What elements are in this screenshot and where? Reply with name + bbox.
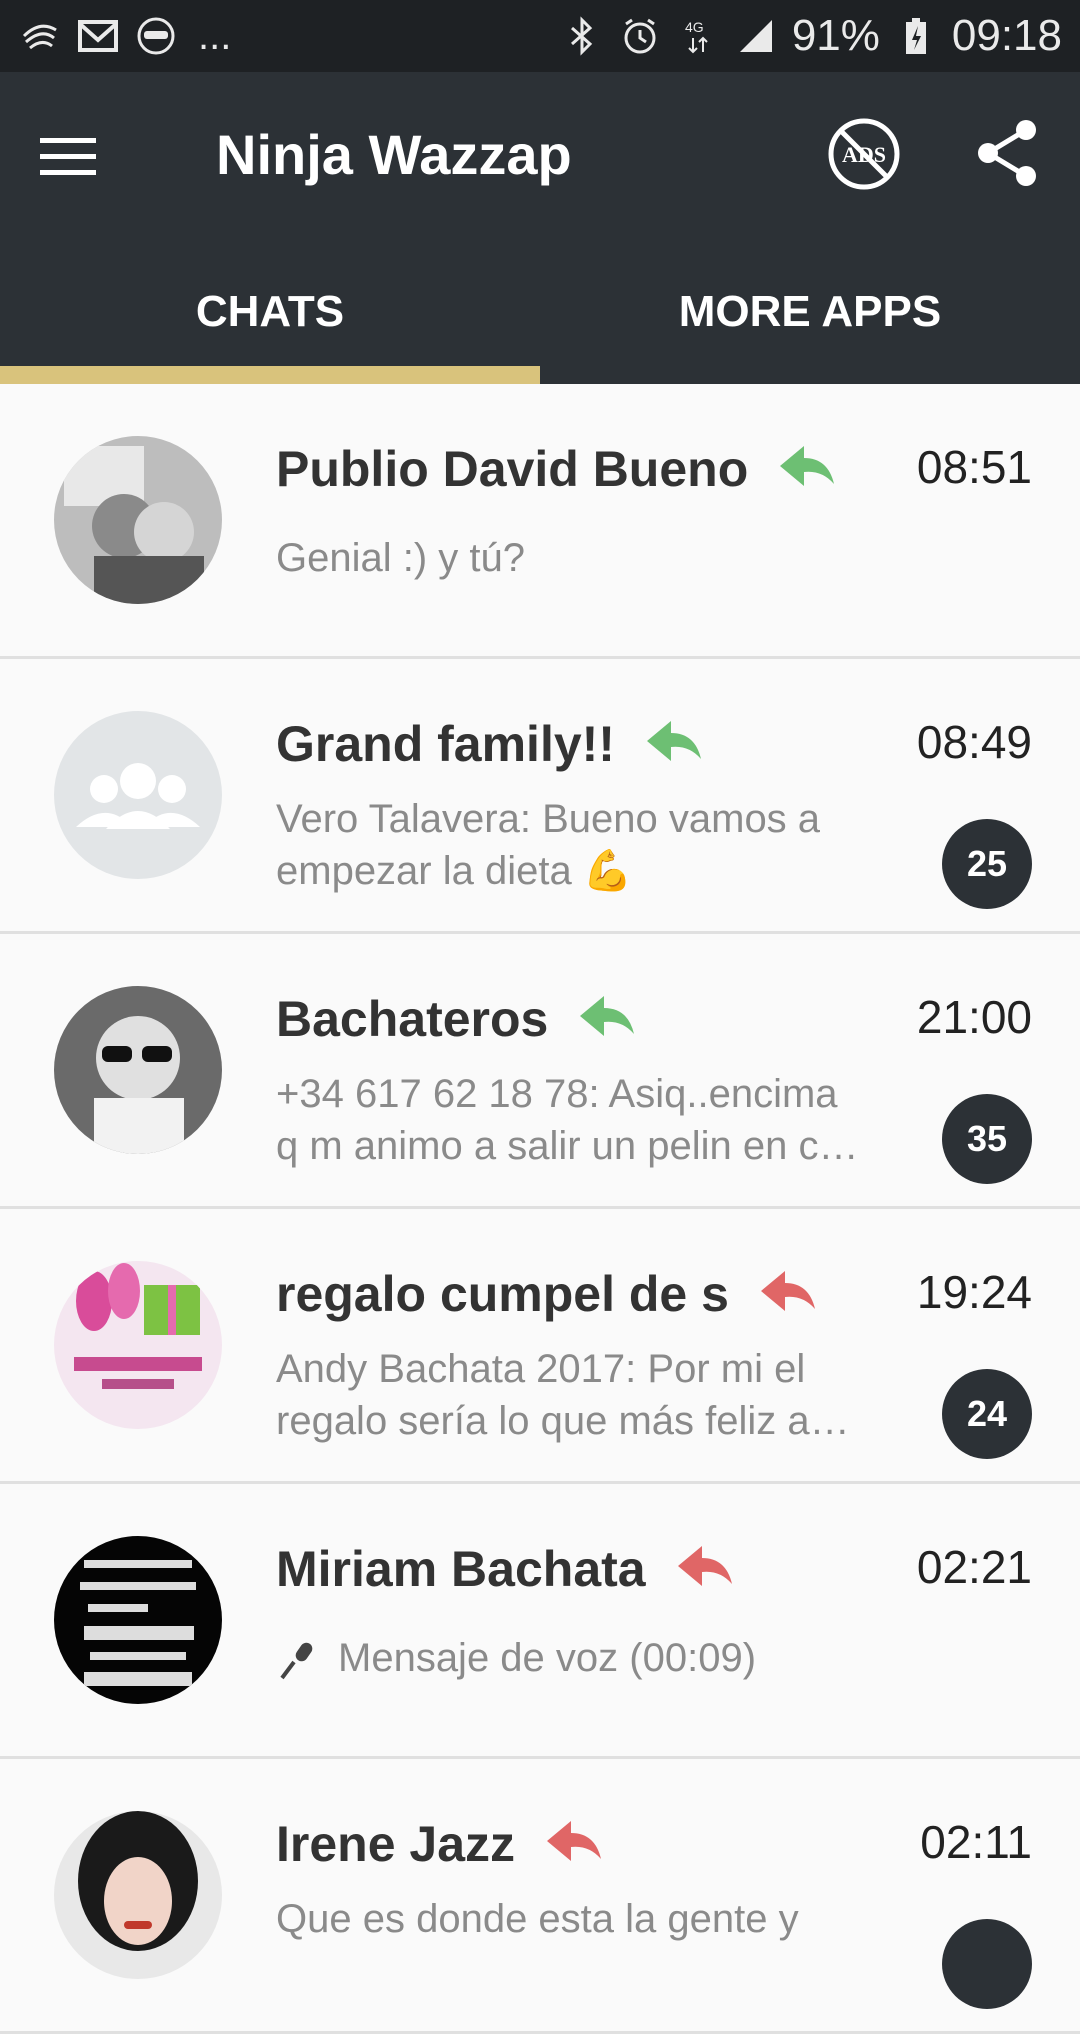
tab-more-apps[interactable]: MORE APPS: [540, 240, 1080, 384]
chat-row[interactable]: Publio David Bueno 08:51 Genial :) y tú?: [0, 384, 1080, 659]
chat-row[interactable]: Grand family!! 08:49 Vero Talavera: Buen…: [0, 659, 1080, 934]
chat-preview-line: Genial :) y tú?: [276, 536, 526, 580]
chat-preview-line: Andy Bachata 2017: Por mi el: [276, 1347, 806, 1391]
reply-icon: [545, 1819, 603, 1865]
reply-icon: [676, 1544, 734, 1590]
more-notifications: ...: [198, 13, 232, 58]
unread-badge: 25: [942, 819, 1032, 909]
chat-time: 08:51: [916, 441, 1032, 493]
chat-preview-line: q m animo a salir un pelin en c…: [276, 1124, 859, 1168]
unread-badge: 35: [942, 1094, 1032, 1184]
group-icon: [54, 711, 222, 879]
chat-preview-line: Mensaje de voz (00:09): [276, 1632, 916, 1684]
chat-preview: +34 617 62 18 78: Asiq..encima q m animo…: [276, 1068, 916, 1172]
chat-preview: Andy Bachata 2017: Por mi el regalo serí…: [276, 1343, 916, 1447]
chat-preview-line: +34 617 62 18 78: Asiq..encima: [276, 1072, 838, 1116]
chat-row[interactable]: Irene Jazz 02:11 Que es donde esta la ge…: [0, 1759, 1080, 2034]
avatar: [54, 436, 222, 604]
reply-icon: [759, 1269, 817, 1315]
svg-text:4G: 4G: [685, 19, 704, 35]
tab-chats[interactable]: CHATS: [0, 240, 540, 384]
tab-bar: CHATS MORE APPS: [0, 240, 1080, 384]
app-bar: Ninja Wazzap ADS: [0, 72, 1080, 240]
avatar: [54, 1536, 222, 1704]
chat-preview: Mensaje de voz (00:09): [276, 1632, 916, 1684]
chat-name: Miriam Bachata: [276, 1540, 734, 1598]
battery-percent: 91%: [791, 11, 880, 60]
avatar: [54, 1811, 222, 1979]
chat-row[interactable]: regalo cumpel de s 19:24 Andy Bachata 20…: [0, 1209, 1080, 1484]
chat-time: 21:00: [916, 991, 1032, 1043]
unread-badge: [942, 1919, 1032, 2009]
group-avatar: [54, 711, 222, 879]
avatar: [54, 1261, 222, 1429]
bluetooth-icon: [560, 14, 604, 58]
chat-preview-line: empezar la dieta 💪: [276, 849, 633, 893]
chat-preview-line: Vero Talavera: Bueno vamos a: [276, 797, 821, 841]
mic-icon: [276, 1638, 320, 1682]
chat-row[interactable]: Miriam Bachata 02:21 Mensaje de voz (00:…: [0, 1484, 1080, 1759]
chat-time: 02:11: [920, 1816, 1032, 1868]
chat-preview-line: regalo sería lo que más feliz a…: [276, 1399, 850, 1443]
chat-time: 02:21: [916, 1541, 1032, 1593]
chat-list: Publio David Bueno 08:51 Genial :) y tú?…: [0, 384, 1080, 2034]
swiftkey-icon: [18, 14, 62, 58]
status-bar: ... 4G 91% 09:18: [0, 0, 1080, 72]
chat-name: Publio David Bueno: [276, 440, 836, 498]
chat-name: Grand family!!: [276, 715, 703, 773]
reply-icon: [578, 994, 636, 1040]
status-bar-left: ...: [18, 14, 231, 59]
chat-name: regalo cumpel de s: [276, 1265, 817, 1323]
battery-charging-icon: [894, 14, 938, 58]
chat-preview: Genial :) y tú?: [276, 532, 916, 584]
hamburger-menu-icon[interactable]: [36, 124, 100, 188]
chat-name: Bachateros: [276, 990, 636, 1048]
status-bar-right: 4G 91% 09:18: [560, 11, 1062, 61]
chat-preview: Vero Talavera: Bueno vamos a empezar la …: [276, 793, 916, 897]
gmail-icon: [76, 14, 120, 58]
chat-preview-line: Que es donde esta la gente y: [276, 1897, 799, 1941]
reply-icon: [645, 719, 703, 765]
network-4g-icon: 4G: [676, 14, 720, 58]
app-title: Ninja Wazzap: [216, 123, 572, 186]
chat-time: 19:24: [916, 1266, 1032, 1318]
reply-icon: [778, 444, 836, 490]
chat-preview: Que es donde esta la gente y: [276, 1893, 916, 1945]
clock: 09:18: [951, 11, 1062, 60]
alarm-icon: [618, 14, 662, 58]
chat-row[interactable]: Bachateros 21:00 +34 617 62 18 78: Asiq.…: [0, 934, 1080, 1209]
chat-name: Irene Jazz: [276, 1815, 603, 1873]
unread-badge: 24: [942, 1369, 1032, 1459]
ninja-app-icon: [134, 14, 178, 58]
chat-time: 08:49: [916, 716, 1032, 768]
signal-icon: [734, 14, 778, 58]
avatar: [54, 986, 222, 1154]
share-icon[interactable]: [976, 118, 1040, 188]
no-ads-icon[interactable]: ADS: [826, 116, 902, 192]
